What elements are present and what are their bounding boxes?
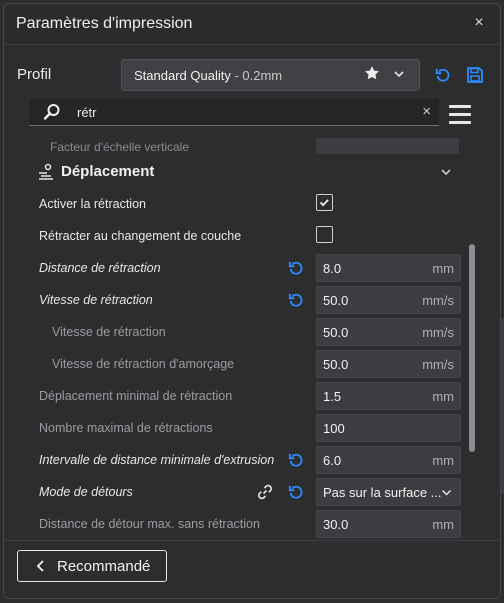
window-title: Paramètres d'impression bbox=[16, 15, 193, 32]
setting-row-retract-layer-change: Rétracter au changement de couche bbox=[4, 220, 472, 252]
reset-icon[interactable] bbox=[434, 66, 452, 84]
reset-icon[interactable] bbox=[287, 291, 305, 309]
reset-icon[interactable] bbox=[287, 451, 305, 469]
field-value: 30.0 bbox=[323, 517, 349, 532]
extrusion-window-input[interactable]: 6.0 mm bbox=[316, 446, 461, 474]
field-value: 50.0 bbox=[323, 325, 349, 340]
retraction-retract-speed-input[interactable]: 50.0 mm/s bbox=[316, 318, 461, 346]
setting-row-combing-mode: Mode de détours Pas sur la surface ... bbox=[4, 476, 472, 508]
search-input[interactable]: rétr × bbox=[29, 99, 439, 126]
setting-label: Déplacement minimal de rétraction bbox=[39, 389, 233, 403]
link-icon[interactable] bbox=[256, 483, 274, 501]
search-icon bbox=[43, 104, 60, 120]
cut-off-setting-label: Facteur d'échelle verticale bbox=[50, 140, 190, 154]
setting-row-retraction-speed: Vitesse de rétraction 50.0 mm/s bbox=[4, 284, 472, 316]
retract-layer-change-checkbox[interactable] bbox=[316, 226, 333, 243]
section-title: Déplacement bbox=[61, 163, 155, 180]
field-unit: mm bbox=[432, 517, 454, 532]
setting-label: Vitesse de rétraction d'amorçage bbox=[52, 357, 235, 371]
clear-search-button[interactable]: × bbox=[422, 103, 431, 120]
title-bar: Paramètres d'impression × bbox=[4, 4, 500, 45]
menu-icon-bar bbox=[449, 113, 471, 116]
star-icon[interactable] bbox=[364, 65, 380, 81]
footer-divider bbox=[4, 540, 500, 541]
chevron-down-icon[interactable] bbox=[440, 166, 452, 178]
field-unit: mm/s bbox=[422, 357, 454, 372]
field-unit: mm bbox=[432, 261, 454, 276]
setting-label: Vitesse de rétraction bbox=[39, 293, 153, 307]
setting-label: Rétracter au changement de couche bbox=[39, 229, 242, 243]
setting-row-retraction-distance: Distance de rétraction 8.0 mm bbox=[4, 252, 472, 284]
search-value: rétr bbox=[77, 105, 97, 120]
setting-label: Nombre maximal de rétractions bbox=[39, 421, 213, 435]
check-icon bbox=[319, 199, 329, 207]
field-value: 8.0 bbox=[323, 261, 342, 276]
setting-row-retraction-min-travel: Déplacement minimal de rétraction 1.5 mm bbox=[4, 380, 472, 412]
field-value: 50.0 bbox=[323, 357, 349, 372]
profile-layer-height: - 0.2mm bbox=[230, 68, 283, 83]
field-unit: mm bbox=[432, 389, 454, 404]
profile-selected: Standard Quality - 0.2mm bbox=[134, 68, 282, 83]
field-value: 100 bbox=[323, 421, 345, 436]
reset-icon[interactable] bbox=[287, 483, 305, 501]
setting-row-retraction-prime-speed: Vitesse de rétraction d'amorçage 50.0 mm… bbox=[4, 348, 472, 380]
setting-row-combing-max-distance: Distance de détour max. sans rétraction … bbox=[4, 508, 472, 540]
print-settings-window: Paramètres d'impression × Profil Standar… bbox=[3, 3, 501, 599]
setting-label: Mode de détours bbox=[39, 485, 133, 499]
retraction-prime-speed-input[interactable]: 50.0 mm/s bbox=[316, 350, 461, 378]
retraction-distance-input[interactable]: 8.0 mm bbox=[316, 254, 461, 282]
menu-icon-bar bbox=[449, 121, 471, 124]
retraction-speed-input[interactable]: 50.0 mm/s bbox=[316, 286, 461, 314]
setting-row-retraction-enable: Activer la rétraction bbox=[4, 188, 472, 220]
field-unit: mm/s bbox=[422, 293, 454, 308]
setting-label: Intervalle de distance minimale d'extrus… bbox=[39, 453, 275, 467]
retraction-enable-checkbox[interactable] bbox=[316, 194, 333, 211]
setting-label: Distance de détour max. sans rétraction bbox=[39, 517, 260, 531]
retraction-count-max-input[interactable]: 100 bbox=[316, 414, 461, 442]
setting-row-retraction-count-max: Nombre maximal de rétractions 100 bbox=[4, 412, 472, 444]
section-travel[interactable]: Déplacement bbox=[4, 158, 500, 186]
recommended-button[interactable]: Recommandé bbox=[17, 550, 167, 582]
profile-name: Standard Quality bbox=[134, 68, 231, 83]
close-button[interactable]: × bbox=[470, 14, 488, 32]
field-unit: mm/s bbox=[422, 325, 454, 340]
setting-row-retraction-retract-speed: Vitesse de rétraction 50.0 mm/s bbox=[4, 316, 472, 348]
combing-mode-dropdown[interactable]: Pas sur la surface ... bbox=[316, 478, 461, 506]
chevron-left-icon bbox=[36, 560, 44, 572]
menu-icon-bar bbox=[449, 105, 471, 108]
dropdown-value: Pas sur la surface ... bbox=[323, 485, 442, 500]
chevron-down-icon bbox=[441, 489, 452, 496]
combing-max-distance-input[interactable]: 30.0 mm bbox=[316, 510, 461, 538]
cut-off-setting-field bbox=[316, 138, 459, 154]
settings-list[interactable]: Facteur d'échelle verticale Déplacement … bbox=[4, 132, 500, 540]
setting-row-extrusion-window: Intervalle de distance minimale d'extrus… bbox=[4, 444, 472, 476]
field-unit: mm bbox=[432, 453, 454, 468]
field-value: 1.5 bbox=[323, 389, 342, 404]
chevron-down-icon bbox=[394, 71, 404, 78]
settings-scrollbar[interactable] bbox=[469, 244, 475, 452]
profile-label: Profil bbox=[17, 66, 52, 83]
setting-label: Vitesse de rétraction bbox=[52, 325, 166, 339]
profile-dropdown[interactable]: Standard Quality - 0.2mm bbox=[121, 59, 420, 91]
retraction-min-travel-input[interactable]: 1.5 mm bbox=[316, 382, 461, 410]
recommended-label: Recommandé bbox=[57, 558, 151, 575]
field-value: 50.0 bbox=[323, 293, 349, 308]
setting-label: Distance de rétraction bbox=[39, 261, 161, 275]
travel-icon bbox=[39, 163, 53, 180]
settings-menu-button[interactable] bbox=[449, 105, 471, 124]
setting-label: Activer la rétraction bbox=[39, 197, 146, 211]
field-value: 6.0 bbox=[323, 453, 342, 468]
reset-icon[interactable] bbox=[287, 259, 305, 277]
save-icon[interactable] bbox=[466, 66, 484, 84]
